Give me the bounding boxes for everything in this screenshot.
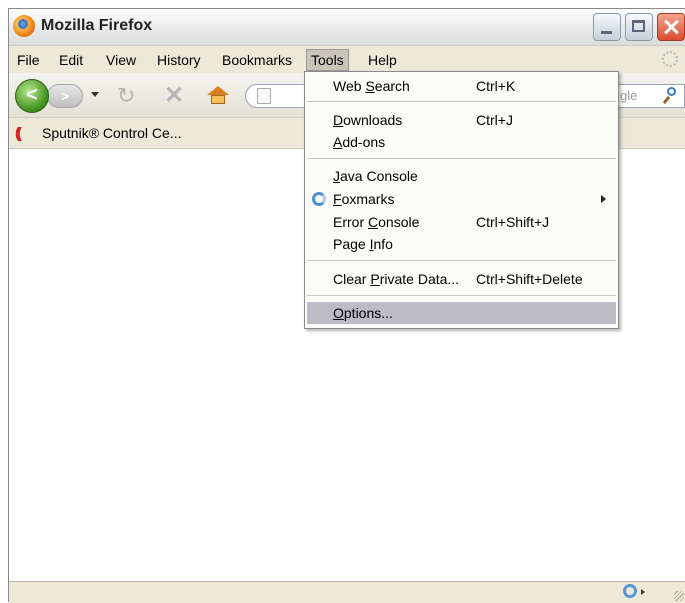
stop-icon[interactable]: ✕ xyxy=(164,81,184,110)
throbber-icon xyxy=(662,51,678,67)
shortcut-error-console: Ctrl+Shift+J xyxy=(476,214,550,230)
menu-item-page-info[interactable]: Page Info xyxy=(305,233,618,255)
menu-separator xyxy=(307,260,616,262)
home-icon[interactable] xyxy=(207,86,229,104)
sputnik-icon: (( xyxy=(15,125,22,142)
status-bar xyxy=(9,581,685,603)
reload-icon[interactable]: ↻ xyxy=(117,83,135,109)
menu-view[interactable]: View xyxy=(102,50,140,70)
menu-separator xyxy=(307,158,616,160)
forward-button[interactable]: > xyxy=(47,84,83,108)
close-button[interactable] xyxy=(657,13,685,41)
menu-edit[interactable]: Edit xyxy=(55,50,87,70)
search-placeholder: gle xyxy=(620,88,638,103)
foxmarks-status-icon[interactable] xyxy=(623,584,637,598)
status-arrow-icon xyxy=(641,589,645,595)
menu-bookmarks[interactable]: Bookmarks xyxy=(218,50,296,70)
minimize-button[interactable] xyxy=(593,13,621,41)
menu-item-addons[interactable]: Add-ons xyxy=(305,131,618,153)
foxmarks-icon xyxy=(312,192,326,206)
menu-item-error-console[interactable]: Error Console Ctrl+Shift+J xyxy=(305,211,618,233)
window-title: Mozilla Firefox xyxy=(41,17,153,34)
menu-item-foxmarks[interactable]: Foxmarks xyxy=(305,188,618,210)
history-dropdown-icon[interactable] xyxy=(91,92,99,97)
menu-help[interactable]: Help xyxy=(364,50,401,70)
menu-item-downloads[interactable]: Downloads Ctrl+J xyxy=(305,109,618,131)
back-button[interactable]: < xyxy=(15,79,49,113)
firefox-logo-icon xyxy=(13,15,35,37)
menu-tools[interactable]: Tools xyxy=(306,49,349,71)
menu-item-java-console[interactable]: Java Console xyxy=(305,165,618,187)
page-icon xyxy=(257,88,271,104)
bookmark-item-sputnik[interactable]: Sputnik® Control Ce... xyxy=(42,125,182,141)
menu-bar: File Edit View History Bookmarks Tools H… xyxy=(9,47,685,73)
menu-item-options[interactable]: Options... xyxy=(307,302,616,324)
title-bar: Mozilla Firefox xyxy=(9,9,685,46)
submenu-arrow-icon xyxy=(601,195,606,203)
shortcut-downloads: Ctrl+J xyxy=(476,112,513,128)
menu-item-web-search[interactable]: Web Search Ctrl+K xyxy=(305,75,618,97)
search-icon[interactable] xyxy=(664,87,678,101)
search-input[interactable]: gle xyxy=(613,84,685,108)
menu-history[interactable]: History xyxy=(153,50,205,70)
resize-grip-icon[interactable] xyxy=(674,591,684,601)
menu-separator xyxy=(307,295,616,297)
tools-menu-dropdown: Web Search Ctrl+K Downloads Ctrl+J Add-o… xyxy=(304,71,619,329)
menu-file[interactable]: File xyxy=(13,50,44,70)
menu-item-clear-private-data[interactable]: Clear Private Data... Ctrl+Shift+Delete xyxy=(305,268,618,290)
menu-separator xyxy=(307,101,616,103)
url-bar[interactable] xyxy=(245,84,309,108)
shortcut-web-search: Ctrl+K xyxy=(476,78,516,94)
maximize-button[interactable] xyxy=(625,13,653,41)
shortcut-clear-private-data: Ctrl+Shift+Delete xyxy=(476,271,583,287)
